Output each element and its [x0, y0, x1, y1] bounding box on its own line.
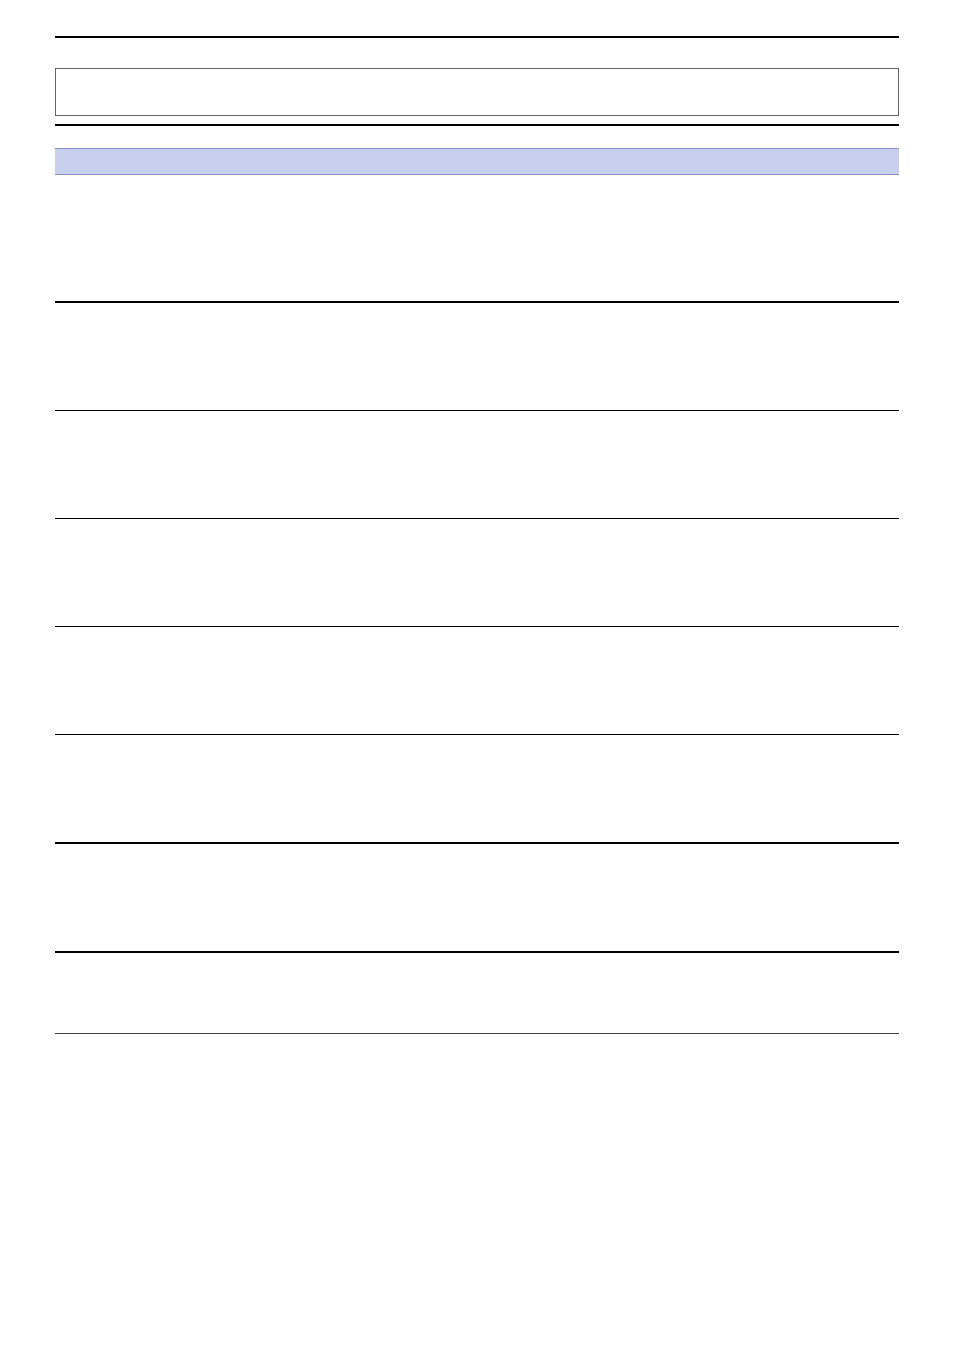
section: [55, 175, 899, 301]
section-body: [55, 735, 899, 842]
section: [55, 734, 899, 842]
section-body: [55, 519, 899, 626]
section: [55, 951, 899, 1033]
section-body: [55, 844, 899, 951]
section-body: [55, 175, 899, 301]
page-content: [55, 36, 899, 1034]
spacer: [55, 38, 899, 68]
section: [55, 626, 899, 734]
section: [55, 301, 899, 410]
highlight-bar: [55, 148, 899, 175]
spacer: [55, 126, 899, 148]
section-body: [55, 303, 899, 410]
section-body: [55, 411, 899, 518]
section: [55, 842, 899, 951]
section: [55, 518, 899, 626]
spacer: [55, 116, 899, 124]
outlined-box: [55, 68, 899, 116]
section-body: [55, 953, 899, 1033]
section-body: [55, 627, 899, 734]
bottom-rule: [55, 1033, 899, 1034]
section: [55, 410, 899, 518]
